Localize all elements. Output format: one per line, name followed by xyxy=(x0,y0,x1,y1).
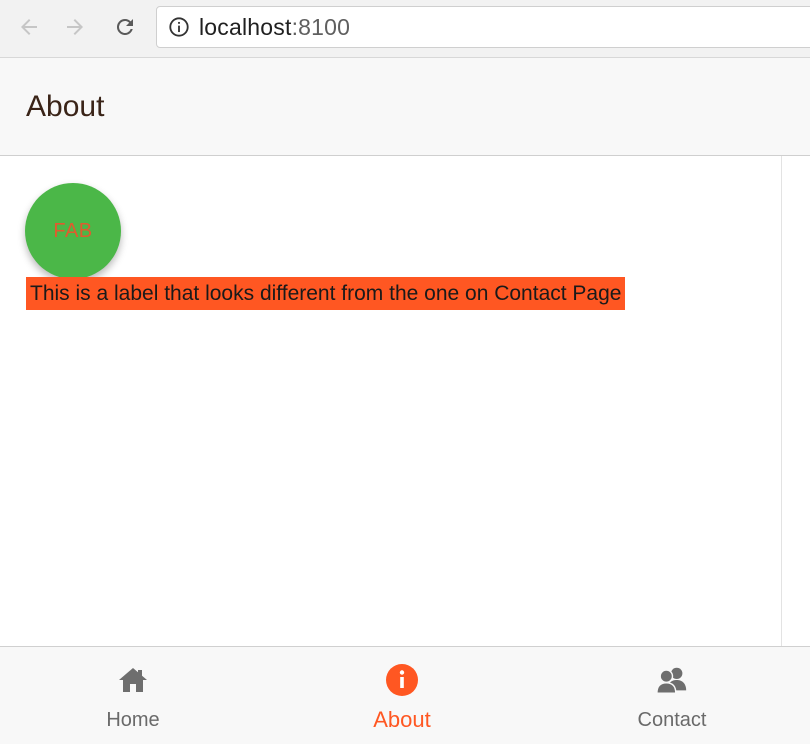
app-header: About xyxy=(0,58,810,156)
tab-home[interactable]: Home xyxy=(43,647,223,745)
label-text: This is a label that looks different fro… xyxy=(30,281,622,305)
forward-button[interactable] xyxy=(60,12,90,42)
info-icon xyxy=(385,663,419,697)
url-host: localhost xyxy=(199,13,292,40)
tab-contact[interactable]: Contact xyxy=(582,647,762,745)
reload-icon xyxy=(116,18,133,35)
url-port: :8100 xyxy=(291,13,351,40)
tab-about[interactable]: About xyxy=(312,647,492,745)
arrow-left-icon xyxy=(21,19,37,35)
tab-bar: Home About Contact xyxy=(0,646,810,744)
tab-home-label: Home xyxy=(106,709,160,731)
arrow-right-icon xyxy=(67,19,83,35)
tab-contact-label: Contact xyxy=(637,709,707,731)
browser-toolbar: localhost:8100 xyxy=(0,0,810,58)
scrollbar[interactable] xyxy=(781,156,810,646)
site-info-icon[interactable] xyxy=(167,15,191,39)
fab-button[interactable]: FAB xyxy=(25,183,121,279)
page-title: About xyxy=(26,90,105,123)
page-content: FAB This is a label that looks different… xyxy=(0,156,781,646)
fab-label: FAB xyxy=(53,219,93,242)
home-icon xyxy=(116,663,150,697)
tab-about-label: About xyxy=(373,707,431,732)
reload-button[interactable] xyxy=(110,12,140,42)
contacts-icon xyxy=(655,663,689,697)
highlight-label: This is a label that looks different fro… xyxy=(26,277,626,310)
address-bar[interactable]: localhost:8100 xyxy=(156,6,810,48)
url-text: localhost:8100 xyxy=(199,14,350,41)
back-button[interactable] xyxy=(14,12,44,42)
